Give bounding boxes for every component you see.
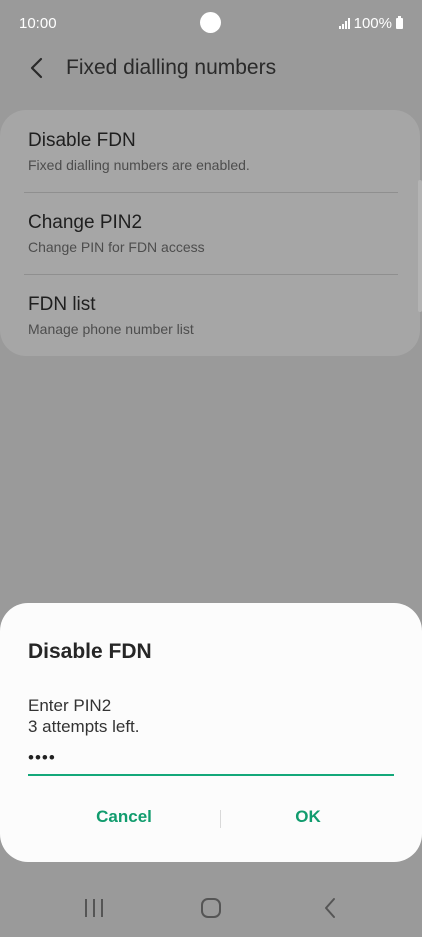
setting-title: Disable FDN bbox=[28, 130, 136, 151]
setting-title: FDN list bbox=[28, 294, 96, 315]
home-icon[interactable] bbox=[191, 894, 231, 922]
back-arrow-icon[interactable] bbox=[24, 54, 52, 82]
cancel-button[interactable]: Cancel bbox=[34, 799, 214, 835]
ok-button[interactable]: OK bbox=[218, 799, 398, 835]
setting-change-pin2[interactable]: Change PIN2 Change PIN for FDN access bbox=[28, 212, 398, 255]
pin-dialog: Disable FDN Enter PIN2 3 attempts left. … bbox=[0, 603, 422, 862]
settings-card: Disable FDN Fixed dialling numbers are e… bbox=[0, 110, 420, 356]
setting-subtitle: Fixed dialling numbers are enabled. bbox=[28, 157, 250, 173]
status-bar: 10:00 100% bbox=[0, 0, 422, 46]
dialog-prompt: Enter PIN2 3 attempts left. bbox=[28, 695, 140, 737]
signal-icon bbox=[338, 18, 350, 29]
status-right: 100% bbox=[338, 15, 403, 32]
setting-subtitle: Manage phone number list bbox=[28, 321, 194, 337]
app-bar: Fixed dialling numbers bbox=[0, 50, 422, 88]
divider bbox=[24, 274, 398, 275]
recent-apps-icon[interactable] bbox=[74, 894, 114, 922]
scrollbar[interactable] bbox=[418, 180, 422, 312]
battery-text: 100% bbox=[353, 15, 392, 32]
setting-title: Change PIN2 bbox=[28, 212, 143, 233]
navigation-bar bbox=[0, 886, 422, 930]
setting-disable-fdn[interactable]: Disable FDN Fixed dialling numbers are e… bbox=[28, 130, 398, 173]
divider bbox=[24, 192, 398, 193]
battery-icon bbox=[396, 16, 403, 29]
pin2-input[interactable] bbox=[28, 742, 394, 776]
dialog-title: Disable FDN bbox=[28, 640, 152, 663]
nav-back-icon[interactable] bbox=[310, 894, 350, 922]
page-title: Fixed dialling numbers bbox=[66, 56, 277, 79]
camera-cutout bbox=[200, 12, 221, 33]
prompt-line-2: 3 attempts left. bbox=[28, 717, 140, 736]
prompt-line-1: Enter PIN2 bbox=[28, 696, 112, 715]
setting-subtitle: Change PIN for FDN access bbox=[28, 239, 205, 255]
setting-fdn-list[interactable]: FDN list Manage phone number list bbox=[28, 294, 398, 337]
status-time: 10:00 bbox=[19, 15, 57, 32]
